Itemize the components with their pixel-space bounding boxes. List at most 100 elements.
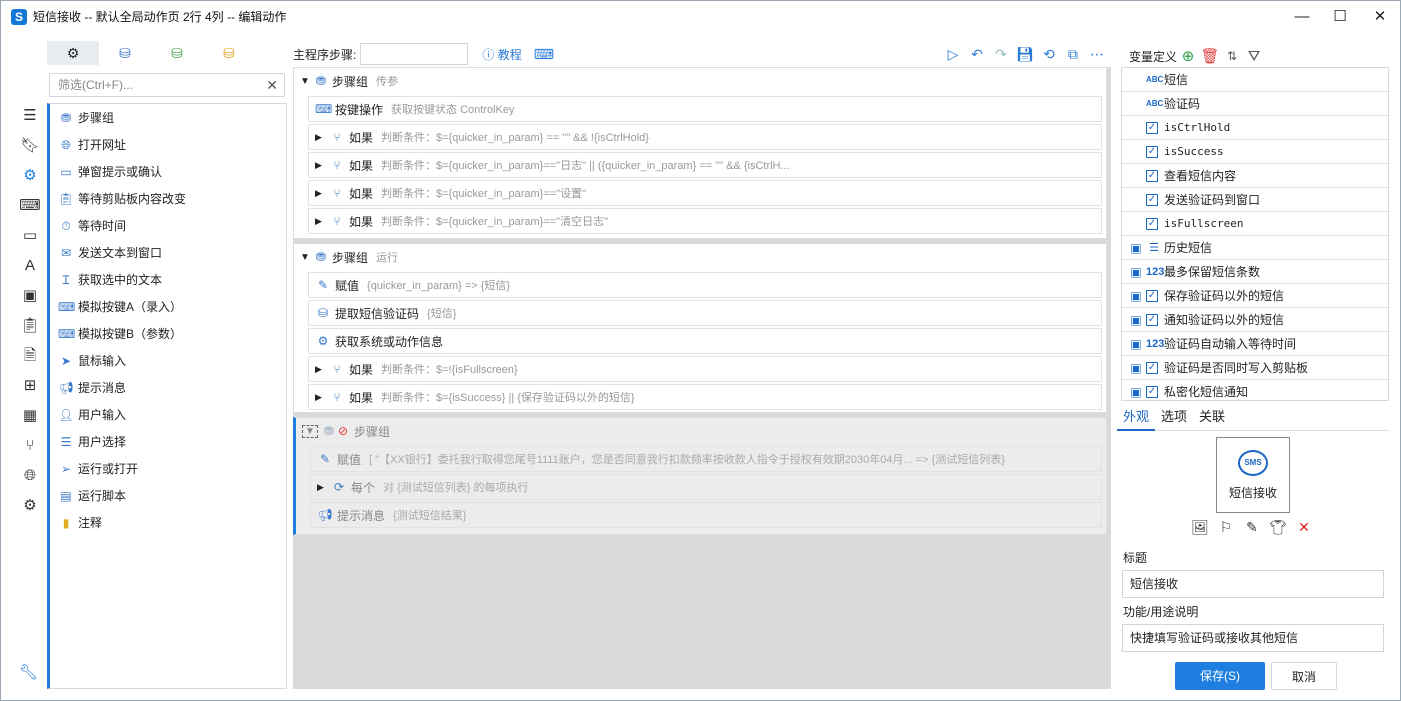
tab-cubes-orange-icon[interactable]: ⛁ bbox=[203, 41, 255, 65]
save-icon[interactable]: 💾︎ bbox=[1013, 46, 1037, 63]
globe-icon[interactable]: 🌐︎ bbox=[15, 461, 45, 491]
step-group-3-disabled[interactable]: ▼ ⛃ ⊘ 步骤组 ✎ 赋值 [ "【XX银行】委托我行取得您尾号1111账户，您是… bbox=[293, 417, 1107, 535]
variable-row[interactable]: ✓ 查看短信内容 bbox=[1122, 164, 1388, 188]
module-item[interactable]: ☰ 用户选择 bbox=[50, 428, 286, 455]
expand-icon[interactable]: ▶ bbox=[315, 132, 325, 143]
module-item[interactable]: 👤︎ 用户输入 bbox=[50, 401, 286, 428]
tab-gear-icon[interactable]: ⚙ bbox=[47, 41, 99, 65]
collapse-icon[interactable]: ▼ bbox=[300, 252, 310, 263]
step-group-header[interactable]: ▼ ⛃ 步骤组 传参 bbox=[294, 68, 1106, 94]
expand-icon[interactable]: ▶ bbox=[315, 188, 325, 199]
close-icon[interactable]: ✕ bbox=[1357, 1, 1401, 32]
module-item[interactable]: ➤ 鼠标输入 bbox=[50, 347, 286, 374]
variable-row[interactable]: ABC 短信 bbox=[1122, 68, 1388, 92]
filter-icon[interactable]: ⛛ bbox=[1243, 48, 1265, 65]
wrench-icon[interactable]: 🔧︎ bbox=[19, 663, 38, 681]
step-row[interactable]: ⚙ 获取系统或动作信息 bbox=[308, 328, 1102, 354]
variable-row[interactable]: ▣ 123 验证码自动输入等待时间 bbox=[1122, 332, 1388, 356]
step-row[interactable]: ▶ ⑂ 如果 判断条件：$={isSuccess} || {保存验证码以外的短信} bbox=[308, 384, 1102, 410]
step-row[interactable]: ▶ ⑂ 如果 判断条件：$={quicker_in_param}=="清空日志" bbox=[308, 208, 1102, 234]
module-item[interactable]: ➢ 运行或打开 bbox=[50, 455, 286, 482]
module-item[interactable]: 📋︎ 等待剪贴板内容改变 bbox=[50, 185, 286, 212]
step-row[interactable]: ✎ 赋值 {quicker_in_param} => {短信} bbox=[308, 272, 1102, 298]
module-item[interactable]: ⏱︎ 等待时间 bbox=[50, 212, 286, 239]
delete-variable-icon[interactable]: 🗑︎ bbox=[1199, 47, 1221, 65]
history-icon[interactable]: ⟲ bbox=[1037, 46, 1061, 63]
clipboard-icon[interactable]: 📋︎ bbox=[15, 311, 45, 341]
tab-cubes-blue-icon[interactable]: ⛁ bbox=[99, 41, 151, 65]
expand-icon[interactable]: ⧉ bbox=[1061, 46, 1085, 63]
remove-icon[interactable]: ✕ bbox=[1291, 519, 1317, 541]
shirt-icon[interactable]: 👕︎ bbox=[1265, 519, 1291, 541]
step-group-header[interactable]: ▼ ⛃ 步骤组 运行 bbox=[294, 244, 1106, 270]
step-row[interactable]: ⌨ 按键操作 获取按键状态 ControlKey bbox=[308, 96, 1102, 122]
save-button[interactable]: 保存(S) bbox=[1175, 662, 1265, 690]
font-icon[interactable]: A bbox=[15, 251, 45, 281]
expand-icon[interactable]: ▶ bbox=[315, 364, 325, 375]
redo-icon[interactable]: ↷ bbox=[989, 46, 1013, 63]
tab-appearance[interactable]: 外观 bbox=[1117, 405, 1156, 431]
module-item[interactable]: 🌐︎ 打开网址 bbox=[50, 131, 286, 158]
tab-options[interactable]: 选项 bbox=[1155, 405, 1193, 431]
variable-row[interactable]: ✓ isSuccess bbox=[1122, 140, 1388, 164]
collapse-icon[interactable]: ▼ bbox=[302, 424, 318, 438]
action-icon-preview[interactable]: SMS 短信接收 bbox=[1216, 437, 1290, 513]
tutorial-link[interactable]: ⓘ 教程 bbox=[482, 46, 521, 63]
expand-icon[interactable]: ▶ bbox=[315, 216, 325, 227]
image-icon[interactable]: 🖼︎ bbox=[1187, 519, 1213, 541]
step-row[interactable]: ▶ ⑂ 如果 判断条件：$={quicker_in_param} == "" && !… bbox=[308, 124, 1102, 150]
module-item[interactable]: ✉ 发送文本到窗口 bbox=[50, 239, 286, 266]
variable-row[interactable]: ✓ isFullscreen bbox=[1122, 212, 1388, 236]
expand-icon[interactable]: ▶ bbox=[315, 160, 325, 171]
step-row[interactable]: ▶ ⑂ 如果 判断条件：$={quicker_in_param}=="设置" bbox=[308, 180, 1102, 206]
eyedropper-icon[interactable]: ✎ bbox=[1239, 519, 1265, 541]
module-item[interactable]: ⌨ 模拟按键B（参数） bbox=[50, 320, 286, 347]
expand-icon[interactable]: ▶ bbox=[317, 482, 327, 493]
windows-logo-icon[interactable]: ⊞ bbox=[15, 371, 45, 401]
add-variable-icon[interactable]: ⊕ bbox=[1177, 47, 1199, 65]
grid-icon[interactable]: ▦ bbox=[15, 401, 45, 431]
step-group-2[interactable]: ▼ ⛃ 步骤组 运行 ✎ 赋值 {quicker_in_param} => {短信}… bbox=[293, 243, 1107, 413]
module-item[interactable]: ▤ 运行脚本 bbox=[50, 482, 286, 509]
expand-icon[interactable]: ▶ bbox=[315, 392, 325, 403]
module-item[interactable]: ⛃ 步骤组 bbox=[50, 104, 286, 131]
variable-row[interactable]: ABC 验证码 bbox=[1122, 92, 1388, 116]
step-group-header[interactable]: ▼ ⛃ ⊘ 步骤组 bbox=[296, 418, 1106, 444]
module-item[interactable]: Ɪ 获取选中的文本 bbox=[50, 266, 286, 293]
sort-icon[interactable]: ⇅ bbox=[1221, 49, 1243, 63]
flag-icon[interactable]: ⚐ bbox=[1213, 519, 1239, 541]
step-row[interactable]: ▶ ⑂ 如果 判断条件：$={quicker_in_param}=="日志" || (… bbox=[308, 152, 1102, 178]
variable-row[interactable]: ▣ ✓ 通知验证码以外的短信 bbox=[1122, 308, 1388, 332]
filter-input[interactable]: 筛选(Ctrl+F)... ✕ bbox=[49, 73, 285, 97]
tab-association[interactable]: 关联 bbox=[1193, 405, 1231, 431]
step-row[interactable]: ▶ ⑂ 如果 判断条件：$=!{isFullscreen} bbox=[308, 356, 1102, 382]
gear-icon[interactable]: ⚙ bbox=[15, 161, 45, 191]
step-row[interactable]: 📢︎ 提示消息 {测试短信结果} bbox=[310, 502, 1102, 528]
module-item[interactable]: ▭ 弹窗提示或确认 bbox=[50, 158, 286, 185]
module-item[interactable]: 📢︎ 提示消息 bbox=[50, 374, 286, 401]
bookmark-icon[interactable]: 🔖︎ bbox=[15, 131, 45, 161]
menu-icon[interactable]: ☰ bbox=[15, 101, 45, 131]
image-icon[interactable]: ▣ bbox=[15, 281, 45, 311]
undo-icon[interactable]: ↶ bbox=[965, 46, 989, 63]
variable-row[interactable]: ▣ ✓ 私密化短信通知 bbox=[1122, 380, 1388, 400]
cancel-button[interactable]: 取消 bbox=[1271, 662, 1337, 690]
variable-row[interactable]: ✓ 发送验证码到窗口 bbox=[1122, 188, 1388, 212]
keyboard-icon[interactable]: ⌨ bbox=[15, 191, 45, 221]
program-steps-input[interactable] bbox=[360, 43, 469, 65]
description-field[interactable]: 快捷填写验证码或接收其他短信 bbox=[1122, 624, 1384, 652]
module-item[interactable]: ⌨ 模拟按键A（录入） bbox=[50, 293, 286, 320]
tab-cubes-green-icon[interactable]: ⛁ bbox=[151, 41, 203, 65]
module-item[interactable]: ▮ 注释 bbox=[50, 509, 286, 536]
document-icon[interactable]: 🗎 bbox=[15, 341, 45, 371]
step-group-1[interactable]: ▼ ⛃ 步骤组 传参 ⌨ 按键操作 获取按键状态 ControlKey ▶ ⑂ 如果 判断条… bbox=[293, 67, 1107, 239]
step-row[interactable]: ⛁ 提取短信验证码 {短信} bbox=[308, 300, 1102, 326]
clear-icon[interactable]: ✕ bbox=[266, 74, 278, 96]
more-icon[interactable]: ⋯ bbox=[1085, 46, 1109, 63]
settings-multi-icon[interactable]: ⚙ bbox=[15, 491, 45, 521]
run-icon[interactable]: ▷ bbox=[941, 46, 965, 63]
variable-row[interactable]: ▣ ✓ 验证码是否同时写入剪贴板 bbox=[1122, 356, 1388, 380]
variable-row[interactable]: ▣ ✓ 保存验证码以外的短信 bbox=[1122, 284, 1388, 308]
variable-row[interactable]: ✓ isCtrlHold bbox=[1122, 116, 1388, 140]
branch-icon[interactable]: ⑂ bbox=[15, 431, 45, 461]
